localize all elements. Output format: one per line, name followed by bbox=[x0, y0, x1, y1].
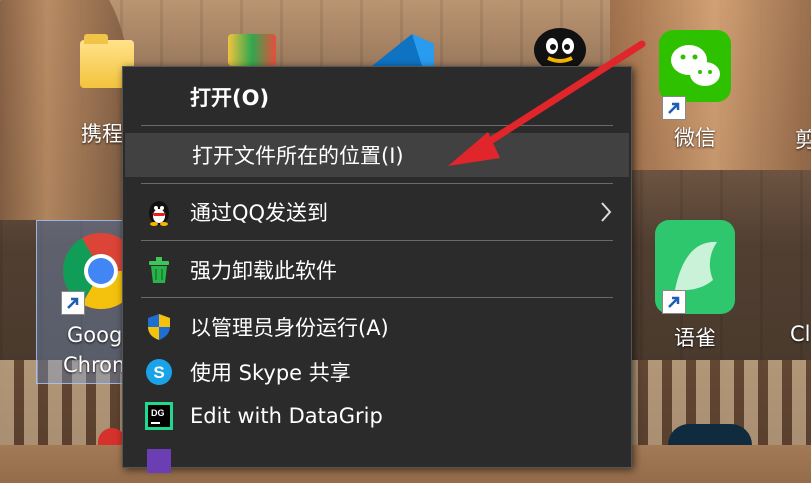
desktop-icon-label: 微信 bbox=[674, 126, 716, 150]
uac-shield-icon bbox=[145, 313, 173, 341]
shortcut-arrow-icon bbox=[662, 96, 686, 120]
menu-separator bbox=[141, 297, 613, 298]
desktop-icon-partial-right-top[interactable]: 剪 bbox=[795, 124, 811, 154]
app-icon bbox=[145, 447, 173, 475]
desktop-icon-partial-right-bottom[interactable]: Cl bbox=[790, 322, 811, 346]
menu-item-force-uninstall[interactable]: 强力卸载此软件 bbox=[123, 248, 631, 292]
desktop-icon-yuque[interactable]: 语雀 bbox=[650, 220, 740, 352]
desktop-icon-partial-bottom-right[interactable] bbox=[668, 424, 752, 445]
wechat-icon bbox=[659, 30, 731, 102]
qq-desktop-icon[interactable] bbox=[530, 22, 590, 72]
menu-item-open-file-location[interactable]: 打开文件所在的位置(I) bbox=[125, 133, 629, 177]
desktop-icon-chrome[interactable]: Goog Chrom bbox=[36, 220, 140, 384]
menu-item-share-with-skype[interactable]: S 使用 Skype 共享 bbox=[123, 350, 631, 394]
svg-text:S: S bbox=[153, 363, 164, 382]
desktop-icon-partial-app[interactable] bbox=[228, 34, 276, 66]
desktop-icon-label: 语雀 bbox=[674, 326, 716, 350]
menu-separator bbox=[141, 183, 613, 184]
shortcut-arrow-icon bbox=[61, 291, 85, 315]
menu-item-label: 通过QQ发送到 bbox=[190, 201, 329, 225]
menu-item-edit-with-datagrip[interactable]: DG Edit with DataGrip bbox=[123, 394, 631, 438]
desktop-icon-label: Goog bbox=[67, 323, 123, 347]
menu-item-open[interactable]: 打开(O) bbox=[123, 75, 631, 119]
menu-item-label: 打开(O) bbox=[190, 86, 270, 110]
qq-penguin-icon bbox=[145, 198, 173, 226]
svg-text:DG: DG bbox=[151, 408, 165, 418]
menu-item-label: 强力卸载此软件 bbox=[190, 259, 337, 283]
chevron-right-icon bbox=[601, 202, 612, 222]
menu-item-run-as-admin[interactable]: 以管理员身份运行(A) bbox=[123, 305, 631, 349]
desktop-icon-label: 剪 bbox=[795, 128, 811, 152]
context-menu: 打开(O) 打开文件所在的位置(I) 通过QQ发送到 强力卸载此软件 以管理员身… bbox=[122, 66, 632, 473]
menu-item-label: 以管理员身份运行(A) bbox=[190, 316, 389, 340]
desktop-icon-label: Cl bbox=[790, 322, 811, 346]
menu-item-send-via-qq[interactable]: 通过QQ发送到 bbox=[123, 190, 631, 234]
shortcut-arrow-icon bbox=[662, 290, 686, 314]
vscode-icon[interactable] bbox=[362, 26, 452, 66]
menu-item-partial[interactable] bbox=[123, 439, 631, 483]
trash-can-icon bbox=[145, 256, 173, 284]
menu-separator bbox=[141, 240, 613, 241]
menu-item-label: Edit with DataGrip bbox=[190, 404, 383, 428]
menu-separator bbox=[141, 125, 613, 126]
datagrip-icon: DG bbox=[145, 402, 173, 430]
menu-item-label: 打开文件所在的位置(I) bbox=[192, 144, 404, 168]
menu-item-label: 使用 Skype 共享 bbox=[190, 361, 351, 385]
desktop-icon-wechat[interactable]: 微信 bbox=[650, 30, 740, 152]
skype-icon: S bbox=[145, 358, 173, 386]
